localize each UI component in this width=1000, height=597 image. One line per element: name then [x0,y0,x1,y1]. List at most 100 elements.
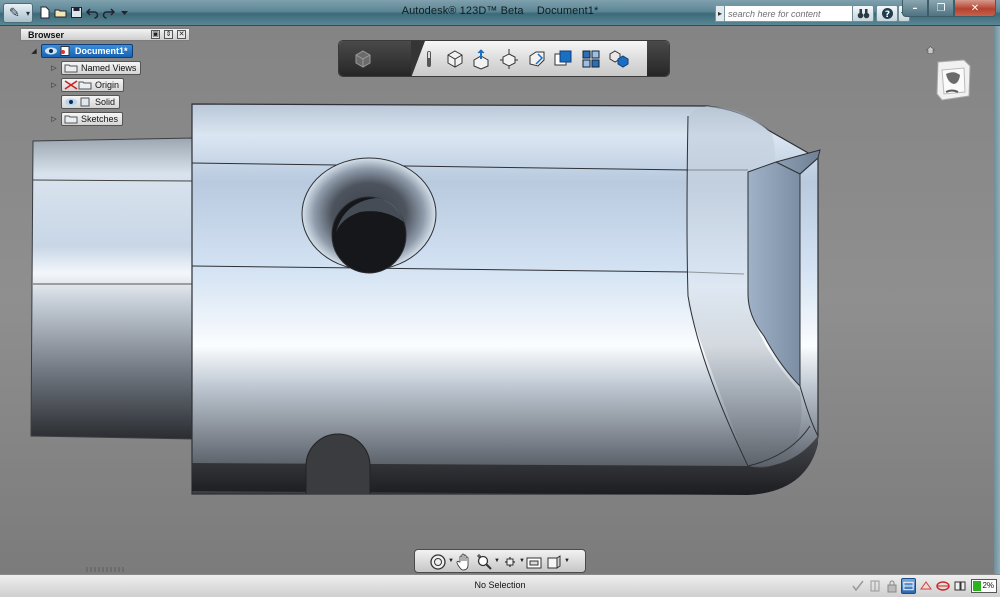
title-bar: ✎ ▾ Autodesk® 123D™ Beta Document1* ▸ se… [0,0,1000,26]
expand-arrow-icon[interactable]: ▷ [50,115,58,123]
orbit-icon [430,554,446,570]
fillet-tool-button[interactable] [525,47,549,71]
chevron-down-icon[interactable]: ▼ [564,558,570,564]
look-at-button[interactable] [501,553,519,571]
extrude-icon [473,49,489,70]
tree-node-sketches[interactable]: ▷ Sketches [50,112,124,126]
view-toolbar [338,40,670,77]
collapse-arrow-icon[interactable]: ◢ [30,47,38,55]
open-folder-button[interactable] [53,5,68,20]
fit-button[interactable] [525,553,543,571]
snap-icon [919,581,932,590]
new-file-button[interactable] [37,5,52,20]
search-box: ▸ [715,5,857,22]
chevron-down-icon[interactable]: ▼ [448,558,454,564]
extrude-tool-button[interactable] [469,47,493,71]
undo-icon [86,8,99,19]
move-tool-button[interactable] [497,47,521,71]
minimize-button[interactable]: – [902,0,928,17]
application-menu-button[interactable]: ✎ ▾ [3,3,33,23]
ribbon-toggle-button[interactable] [351,47,375,71]
binoculars-icon [857,9,869,19]
viewcube[interactable] [934,56,972,102]
hidden-visibility-icon[interactable] [64,80,78,90]
folder-icon [64,114,78,124]
layout-icon [954,581,965,591]
lock-icon [887,580,896,593]
browser-title: Browser [28,29,65,40]
fillet-icon [529,51,545,67]
open-folder-icon [54,9,67,18]
navigation-bar: ▼ ▼ ▼ ▼ [414,549,586,573]
svg-text:?: ? [884,10,889,20]
redo-icon [102,8,115,19]
chevron-down-icon [121,11,128,15]
app-logo-icon: ✎ [9,6,20,21]
restore-icon: ❐ [936,2,946,14]
shaded-view-button[interactable] [551,47,575,71]
tree-node-origin[interactable]: ▷ Origin [50,78,125,92]
panel-resize-grip[interactable] [86,567,124,572]
shaded-view-icon [554,50,572,66]
tree-node-named-views[interactable]: ▷ Named Views [50,61,142,75]
visibility-eye-icon[interactable] [44,46,58,56]
grid-snap-button[interactable] [935,578,950,594]
save-icon [71,7,82,18]
browser-header: Browser ▣ ⇕ ✕ [20,28,190,41]
3d-viewport[interactable]: Browser ▣ ⇕ ✕ ◢ Document1* ▷ Named Views… [0,26,1000,574]
quick-access-toolbar [37,5,132,20]
display-mode-button[interactable] [545,553,563,571]
assembly-icon [609,50,629,68]
help-button[interactable]: ? [876,5,898,22]
minimize-icon: – [912,2,918,14]
layout-button[interactable] [952,578,967,594]
close-button[interactable]: ✕ [954,0,996,17]
pan-button[interactable] [455,553,473,571]
check-button[interactable] [850,578,865,594]
search-input[interactable] [725,5,857,22]
zoom-button[interactable] [475,553,493,571]
browser-panel: Browser ▣ ⇕ ✕ ◢ Document1* ▷ Named Views… [20,28,190,136]
visibility-eye-icon[interactable] [64,97,78,107]
window-controls: – ❐ ✕ [902,0,996,17]
binoculars-button[interactable] [852,5,874,22]
document-name: Document1* [536,5,599,17]
pointer-tool-button[interactable] [417,47,441,71]
view-toggle-icon [903,581,914,591]
tree-node-document[interactable]: ◢ Document1* [30,44,133,58]
box-tool-button[interactable] [443,47,467,71]
home-view-icon[interactable] [926,46,935,54]
document-icon [58,46,72,56]
browser-pin-button[interactable]: ▣ [151,30,160,39]
folder-icon [78,80,92,90]
check-icon [851,580,864,592]
tree-label-sketches: Sketches [81,114,119,124]
restore-button[interactable]: ❐ [928,0,954,17]
new-file-icon [40,6,50,19]
expand-arrow-icon[interactable]: ▷ [50,64,58,72]
assembly-button[interactable] [607,47,631,71]
redo-button[interactable] [101,5,116,20]
fit-icon [526,557,542,569]
tree-node-solid[interactable]: Solid [61,95,121,109]
undo-button[interactable] [85,5,100,20]
grid-view-icon [582,50,600,68]
customize-toolbar-button[interactable] [117,5,132,20]
grid-view-button[interactable] [579,47,603,71]
move-icon [500,49,518,69]
view-toggle-button[interactable] [901,578,916,594]
solid-body-icon [78,97,92,107]
chevron-down-icon[interactable]: ▼ [494,558,500,564]
window-right-border [994,26,1000,574]
search-expand-button[interactable]: ▸ [715,5,725,22]
browser-close-button[interactable]: ✕ [177,30,186,39]
tree-label-named-views: Named Views [81,63,137,73]
browser-float-button[interactable]: ⇕ [164,30,173,39]
save-button[interactable] [69,5,84,20]
lock-button[interactable] [884,578,899,594]
snap-button[interactable] [918,578,933,594]
section-button[interactable] [867,578,882,594]
orbit-button[interactable] [429,553,447,571]
expand-arrow-icon[interactable]: ▷ [50,81,58,89]
close-icon: ✕ [970,2,980,14]
